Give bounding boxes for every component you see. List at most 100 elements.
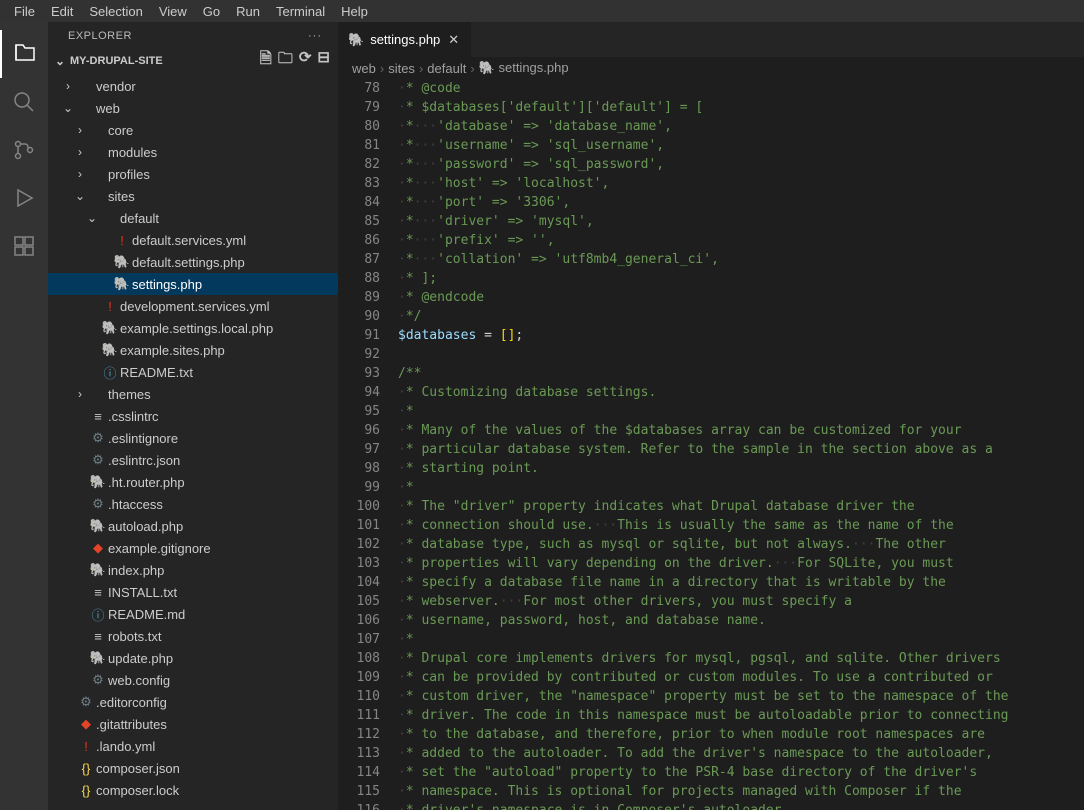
file--eslintignore[interactable]: ⚙.eslintignore xyxy=(48,427,338,449)
file--htaccess[interactable]: ⚙.htaccess xyxy=(48,493,338,515)
folder-modules[interactable]: › modules xyxy=(48,141,338,163)
menu-edit[interactable]: Edit xyxy=(43,2,81,21)
chevron-icon: › xyxy=(72,123,88,137)
php-icon: 🐘 xyxy=(479,60,495,75)
tree-label: README.md xyxy=(108,607,185,622)
file-autoload-php[interactable]: 🐘autoload.php xyxy=(48,515,338,537)
chevron-icon: › xyxy=(72,387,88,401)
breadcrumb-web[interactable]: web xyxy=(352,61,376,76)
breadcrumbs[interactable]: web›sites›default›🐘 settings.php xyxy=(338,57,1084,79)
php-icon: 🐘 xyxy=(88,562,108,578)
close-icon[interactable]: ✕ xyxy=(446,30,461,50)
php-icon: 🐘 xyxy=(88,650,108,666)
file-default-services-yml[interactable]: !default.services.yml xyxy=(48,229,338,251)
chevron-right-icon: › xyxy=(380,61,384,76)
folder-default[interactable]: ⌄default xyxy=(48,207,338,229)
chevron-icon: › xyxy=(72,145,88,159)
file-web-config[interactable]: ⚙web.config xyxy=(48,669,338,691)
folder-profiles[interactable]: ›profiles xyxy=(48,163,338,185)
php-icon: 🐘 xyxy=(112,254,132,270)
file-composer-json[interactable]: {}composer.json xyxy=(48,757,338,779)
tree-label: .gitattributes xyxy=(96,717,167,732)
git-icon: ◆ xyxy=(88,540,108,556)
refresh-icon[interactable]: ⟳ xyxy=(299,48,312,73)
file-default-settings-php[interactable]: 🐘default.settings.php xyxy=(48,251,338,273)
menu-help[interactable]: Help xyxy=(333,2,376,21)
tree-label: composer.json xyxy=(96,761,180,776)
menu-view[interactable]: View xyxy=(151,2,195,21)
file--eslintrc-json[interactable]: ⚙.eslintrc.json xyxy=(48,449,338,471)
file-settings-php[interactable]: 🐘settings.php xyxy=(48,273,338,295)
file-readme-txt[interactable]: ⓘREADME.txt xyxy=(48,361,338,383)
folder-vendor[interactable]: › vendor xyxy=(48,75,338,97)
tree-label: example.settings.local.php xyxy=(120,321,273,336)
tab-settings-php[interactable]: 🐘 settings.php ✕ xyxy=(338,22,472,57)
chevron-icon: ⌄ xyxy=(72,189,88,203)
tree-label: .eslintrc.json xyxy=(108,453,180,468)
breadcrumb-sites[interactable]: sites xyxy=(388,61,415,76)
tree-label: default.services.yml xyxy=(132,233,246,248)
code-editor[interactable]: 7879808182838485868788899091929394959697… xyxy=(338,79,1084,810)
folder-core[interactable]: ›core xyxy=(48,119,338,141)
breadcrumb-settings-php[interactable]: 🐘 settings.php xyxy=(479,60,569,76)
file-composer-lock[interactable]: {}composer.lock xyxy=(48,779,338,801)
new-file-icon[interactable]: 🗎 xyxy=(260,48,272,73)
folder-web[interactable]: ⌄web xyxy=(48,97,338,119)
file-install-txt[interactable]: ≡INSTALL.txt xyxy=(48,581,338,603)
file--csslintrc[interactable]: ≡.csslintrc xyxy=(48,405,338,427)
tree-label: robots.txt xyxy=(108,629,161,644)
file-update-php[interactable]: 🐘update.php xyxy=(48,647,338,669)
file-readme-md[interactable]: ⓘREADME.md xyxy=(48,603,338,625)
json-icon: {} xyxy=(76,761,96,776)
git-icon: ◆ xyxy=(76,716,96,732)
file-development-services-yml[interactable]: !development.services.yml xyxy=(48,295,338,317)
file--gitattributes[interactable]: ◆.gitattributes xyxy=(48,713,338,735)
chevron-icon: › xyxy=(60,79,76,93)
cfg-icon: ⚙ xyxy=(88,672,108,688)
file-example-gitignore[interactable]: ◆example.gitignore xyxy=(48,537,338,559)
tree-label: .csslintrc xyxy=(108,409,159,424)
php-icon: 🐘 xyxy=(348,32,364,48)
folder-themes[interactable]: ›themes xyxy=(48,383,338,405)
tabs-bar: 🐘 settings.php ✕ xyxy=(338,22,1084,57)
breadcrumb-default[interactable]: default xyxy=(427,61,466,76)
menu-terminal[interactable]: Terminal xyxy=(268,2,333,21)
menubar: FileEditSelectionViewGoRunTerminalHelp xyxy=(0,0,1084,22)
line-gutter: 7879808182838485868788899091929394959697… xyxy=(338,79,398,810)
project-header[interactable]: ⌄ MY-DRUPAL-SITE 🗎 🗀 ⟳ ⊟ xyxy=(48,46,338,75)
tree-label: development.services.yml xyxy=(120,299,270,314)
tree-label: .ht.router.php xyxy=(108,475,185,490)
chevron-down-icon: ⌄ xyxy=(52,54,68,68)
menu-run[interactable]: Run xyxy=(228,2,268,21)
tree-label: example.gitignore xyxy=(108,541,211,556)
file-robots-txt[interactable]: ≡robots.txt xyxy=(48,625,338,647)
code-content[interactable]: * @code* $databases['default']['default'… xyxy=(398,79,1084,810)
menu-selection[interactable]: Selection xyxy=(81,2,150,21)
run-debug-icon[interactable] xyxy=(0,174,48,222)
file--lando-yml[interactable]: !.lando.yml xyxy=(48,735,338,757)
file-example-settings-local-php[interactable]: 🐘example.settings.local.php xyxy=(48,317,338,339)
tree-label: vendor xyxy=(96,79,136,94)
tree-label: README.txt xyxy=(120,365,193,380)
search-icon[interactable] xyxy=(0,78,48,126)
file--ht-router-php[interactable]: 🐘.ht.router.php xyxy=(48,471,338,493)
tree-label: modules xyxy=(108,145,157,160)
explorer-icon[interactable] xyxy=(0,30,48,78)
collapse-all-icon[interactable]: ⊟ xyxy=(317,48,330,73)
more-icon[interactable]: ··· xyxy=(308,30,322,42)
info-icon: ⓘ xyxy=(88,605,108,624)
info-icon: ⓘ xyxy=(100,363,120,382)
new-folder-icon[interactable]: 🗀 xyxy=(278,48,293,73)
cfg-icon: ⚙ xyxy=(88,452,108,468)
file-index-php[interactable]: 🐘index.php xyxy=(48,559,338,581)
project-name: MY-DRUPAL-SITE xyxy=(70,55,163,67)
file--editorconfig[interactable]: ⚙.editorconfig xyxy=(48,691,338,713)
sidebar-title: EXPLORER xyxy=(68,30,132,42)
source-control-icon[interactable] xyxy=(0,126,48,174)
file-example-sites-php[interactable]: 🐘example.sites.php xyxy=(48,339,338,361)
folder-sites[interactable]: ⌄sites xyxy=(48,185,338,207)
cfg-icon: ⚙ xyxy=(88,496,108,512)
menu-go[interactable]: Go xyxy=(195,2,228,21)
menu-file[interactable]: File xyxy=(6,2,43,21)
extensions-icon[interactable] xyxy=(0,222,48,270)
